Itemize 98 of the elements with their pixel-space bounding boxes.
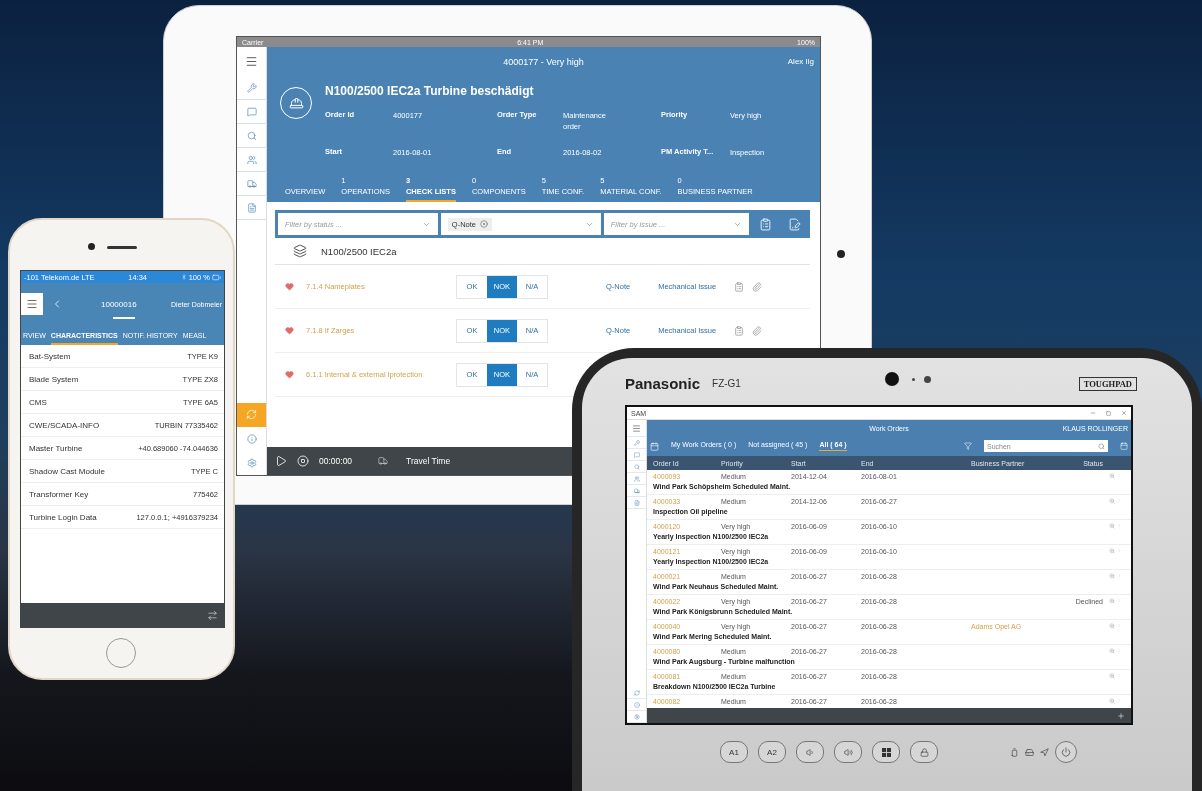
- battery-icon: [212, 272, 221, 282]
- four-squares-icon: [881, 747, 891, 757]
- nav-icon[interactable]: [246, 106, 257, 117]
- nav-icon[interactable]: [633, 463, 640, 470]
- nav-icon[interactable]: [633, 499, 640, 506]
- menu-icon[interactable]: [632, 423, 641, 433]
- hardware-key[interactable]: A1: [720, 741, 748, 763]
- characteristic-label: Master Turbine: [29, 443, 83, 453]
- windows-key[interactable]: [872, 741, 900, 763]
- layers-icon: [293, 244, 307, 258]
- nav-icon[interactable]: [633, 439, 640, 446]
- camera-dot: [837, 250, 845, 258]
- nav-icon[interactable]: [246, 202, 257, 213]
- clipboard-icon[interactable]: [734, 325, 745, 336]
- gps-icon: [1040, 747, 1049, 757]
- order-title: N100/2500 IEC2a Turbine beschädigt: [325, 84, 535, 98]
- settings-icon[interactable]: [246, 457, 257, 468]
- characteristic-label: CWE/SCADA-INFO: [29, 420, 100, 430]
- nav-icon[interactable]: [246, 82, 257, 93]
- drive-icon: [1025, 747, 1034, 757]
- timer-text: 00:00:00: [319, 456, 353, 466]
- zoom-icon: [1109, 573, 1115, 579]
- camera-dot: [88, 243, 95, 250]
- bluetooth-icon: [180, 274, 187, 280]
- zoom-icon: [1109, 548, 1115, 554]
- zoom-icon: [1109, 523, 1115, 529]
- truck-icon: [378, 456, 389, 466]
- sensor-dot: [912, 378, 915, 381]
- user-name: Alex Ilg: [787, 57, 814, 66]
- model-name: FZ-G1: [712, 378, 741, 389]
- calendar-icon[interactable]: [1120, 442, 1128, 450]
- power-button[interactable]: [1055, 741, 1077, 763]
- nav-icon[interactable]: [633, 487, 640, 494]
- drag-handle: [113, 317, 135, 319]
- info-icon[interactable]: [633, 701, 640, 708]
- characteristic-label: CMS: [29, 397, 47, 407]
- menu-icon[interactable]: [245, 54, 258, 68]
- volume-up-key[interactable]: [834, 741, 862, 763]
- clipboard-icon[interactable]: [734, 281, 745, 292]
- remove-icon[interactable]: [480, 220, 489, 228]
- sensor-dot: [924, 376, 931, 383]
- filter-icon[interactable]: [964, 442, 972, 450]
- lock-icon: [919, 747, 929, 757]
- product-badge: TOUGHPAD: [1078, 376, 1137, 391]
- order-subtitle: 4000177 - Very high: [503, 57, 584, 67]
- power-icon: [1061, 747, 1071, 757]
- play-icon[interactable]: [275, 455, 287, 467]
- minimize-icon[interactable]: [1090, 410, 1096, 416]
- nav-icon[interactable]: [246, 178, 257, 189]
- brand-logo: Panasonic: [625, 375, 701, 392]
- characteristic-label: Transformer Key: [29, 489, 89, 499]
- heart-icon: [285, 282, 294, 291]
- zoom-icon: [1109, 623, 1115, 629]
- paperclip-icon[interactable]: [752, 325, 763, 336]
- nav-icon[interactable]: [246, 130, 257, 141]
- close-icon[interactable]: [1121, 410, 1127, 416]
- zoom-icon: [1109, 698, 1115, 704]
- camera-lens: [885, 372, 899, 386]
- speaker-icon: [843, 747, 853, 757]
- transfer-icon[interactable]: [207, 609, 218, 621]
- sync-icon[interactable]: [633, 689, 640, 696]
- nav-icon[interactable]: [633, 475, 640, 482]
- zoom-icon: [1109, 473, 1115, 479]
- menu-button[interactable]: [21, 293, 43, 315]
- maximize-icon[interactable]: [1106, 410, 1111, 416]
- search-icon: [1098, 442, 1105, 450]
- speaker-slot: [107, 246, 137, 249]
- calendar-icon[interactable]: [650, 441, 659, 451]
- clipboard-icon[interactable]: [758, 217, 772, 231]
- order-number: 10000016: [101, 299, 137, 309]
- sync-button[interactable]: [237, 403, 266, 427]
- zoom-icon: [1109, 498, 1115, 504]
- settings-icon[interactable]: [633, 713, 640, 720]
- lock-key[interactable]: [910, 741, 938, 763]
- group-title: N100/2500 IEC2a: [321, 245, 397, 257]
- characteristic-label: Turbine Login Data: [29, 512, 97, 522]
- hardware-key[interactable]: A2: [758, 741, 786, 763]
- battery-icon: [1010, 747, 1019, 757]
- characteristic-label: Blade System: [29, 374, 79, 384]
- heart-icon: [285, 370, 294, 379]
- plus-icon[interactable]: [1117, 711, 1125, 720]
- speaker-icon: [805, 747, 815, 757]
- characteristic-label: Bat-System: [29, 351, 71, 361]
- info-icon[interactable]: [246, 433, 257, 444]
- stop-icon[interactable]: [297, 455, 309, 467]
- document-icon[interactable]: [787, 217, 801, 231]
- heart-icon: [285, 326, 294, 335]
- zoom-icon: [1109, 598, 1115, 604]
- zoom-icon: [1109, 648, 1115, 654]
- paperclip-icon[interactable]: [752, 281, 763, 292]
- menu-icon: [26, 298, 38, 310]
- sync-icon: [246, 409, 257, 420]
- volume-down-key[interactable]: [796, 741, 824, 763]
- characteristic-label: Shadow Cast Module: [29, 466, 106, 476]
- zoom-icon: [1109, 673, 1115, 679]
- nav-icon[interactable]: [246, 154, 257, 165]
- activity-label: Travel Time: [406, 456, 451, 466]
- nav-icon[interactable]: [633, 451, 640, 458]
